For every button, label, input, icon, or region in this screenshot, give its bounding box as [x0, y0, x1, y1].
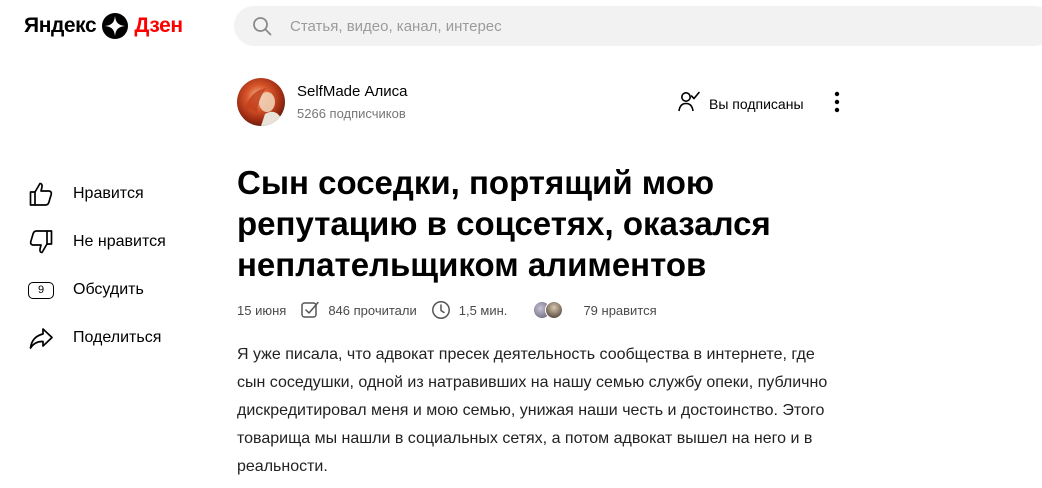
publish-date: 15 июня — [237, 302, 287, 318]
share-icon — [26, 323, 56, 353]
thumbs-up-icon — [26, 179, 56, 209]
channel-name[interactable]: SelfMade Алиса — [297, 83, 408, 100]
reads-stat: 846 прочитали — [300, 300, 417, 320]
article-body: Я уже писала, что адвокат пресек деятель… — [237, 346, 828, 475]
reads-icon — [300, 300, 320, 320]
read-time: 1,5 мин. — [458, 302, 508, 318]
likers-avatars — [533, 301, 564, 319]
subscribed-button[interactable]: Вы подписаны — [677, 89, 804, 118]
dislike-label: Не нравится — [73, 233, 166, 250]
clock-icon — [431, 300, 451, 320]
article-actions: Нравится Не нравится 9 Обсудить Поделить… — [26, 170, 166, 362]
comment-label: Обсудить — [73, 281, 144, 298]
logo-dzen-text: Дзен — [134, 14, 183, 37]
search-bar[interactable] — [234, 6, 1042, 46]
likes-count: 79 нравится — [583, 302, 657, 318]
logo[interactable]: Яндекс Дзен — [24, 12, 183, 40]
logo-yandex-text: Яндекс — [24, 14, 97, 37]
dzen-star-icon — [102, 13, 129, 39]
like-label: Нравится — [73, 185, 144, 202]
liker-avatar — [545, 301, 564, 319]
share-label: Поделиться — [73, 329, 162, 346]
read-time-stat: 1,5 мин. — [431, 300, 508, 320]
like-button[interactable]: Нравится — [26, 170, 166, 218]
more-icon[interactable] — [827, 90, 847, 114]
article-title: Сын соседки, портящий мою репутацию в со… — [237, 164, 771, 283]
article-meta: 15 июня 846 прочитали 1,5 мин. 79 нравит… — [237, 298, 657, 322]
comment-icon: 9 — [26, 275, 56, 305]
comment-button[interactable]: 9 Обсудить — [26, 266, 166, 314]
channel-subscribers: 5266 подписчиков — [297, 106, 406, 121]
reads-count: 846 прочитали — [328, 302, 417, 318]
subscribed-icon — [677, 89, 701, 118]
page: Яндекс Дзен Статья, видео, канал, интере… — [0, 0, 1042, 488]
search-icon[interactable] — [252, 16, 272, 36]
thumbs-down-icon — [26, 227, 56, 257]
dislike-button[interactable]: Не нравится — [26, 218, 166, 266]
share-button[interactable]: Поделиться — [26, 314, 166, 362]
comments-count: 9 — [28, 281, 54, 299]
subscribed-label: Вы подписаны — [709, 95, 804, 112]
channel-avatar[interactable] — [237, 78, 285, 126]
search-input[interactable] — [288, 16, 892, 36]
